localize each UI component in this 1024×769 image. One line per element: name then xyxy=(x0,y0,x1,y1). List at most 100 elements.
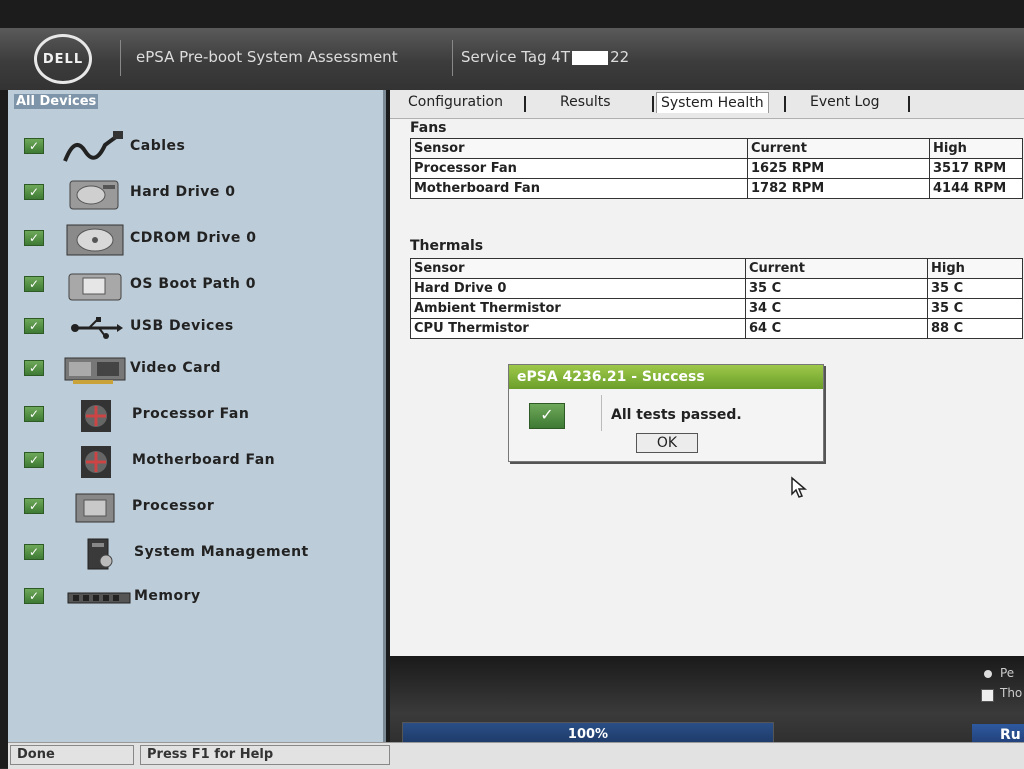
ok-button[interactable]: OK xyxy=(636,433,698,453)
cable-icon xyxy=(62,130,126,166)
device-item-os-boot-path-0[interactable]: ✓ OS Boot Path 0 xyxy=(8,268,378,308)
check-icon[interactable]: ✓ xyxy=(24,276,44,292)
check-icon[interactable]: ✓ xyxy=(24,360,44,376)
high-cell: 88 C xyxy=(927,318,1023,339)
tab-system-health[interactable]: System Health xyxy=(656,92,769,113)
all-devices-heading[interactable]: All Devices xyxy=(14,94,99,109)
column-header: High xyxy=(929,138,1023,159)
sensor-cell: Motherboard Fan xyxy=(410,178,748,199)
option-radio-label: Pe xyxy=(1000,666,1015,680)
tab-results[interactable]: Results xyxy=(560,94,611,110)
current-cell: 35 C xyxy=(745,278,928,299)
dell-logo: DELL xyxy=(34,34,92,84)
column-header: Sensor xyxy=(410,258,746,279)
system-management-icon xyxy=(82,536,116,572)
tab-configuration[interactable]: Configuration xyxy=(408,94,503,110)
service-tag-label: Service Tag xyxy=(461,48,547,66)
table-header-row: Sensor Current High xyxy=(410,258,1023,279)
table-row: Hard Drive 0 35 C 35 C xyxy=(410,278,1023,299)
mouse-cursor-icon xyxy=(791,476,808,498)
fans-table: Sensor Current High Processor Fan 1625 R… xyxy=(410,138,1023,199)
device-label: USB Devices xyxy=(130,318,234,334)
device-item-video-card[interactable]: ✓ Video Card xyxy=(8,352,378,392)
device-label: Processor Fan xyxy=(132,406,250,422)
device-label: OS Boot Path 0 xyxy=(130,276,256,292)
table-row: CPU Thermistor 64 C 88 C xyxy=(410,318,1023,339)
service-tag-redaction xyxy=(572,50,609,65)
column-header: Sensor xyxy=(410,138,748,159)
service-tag-suffix: 22 xyxy=(610,48,630,66)
check-icon: ✓ xyxy=(529,403,565,429)
table-row: Motherboard Fan 1782 RPM 4144 RPM xyxy=(410,178,1023,199)
fan-icon xyxy=(78,444,114,480)
thermals-table: Sensor Current High Hard Drive 0 35 C 35… xyxy=(410,258,1023,339)
tab-event-log[interactable]: Event Log xyxy=(810,94,880,110)
check-icon[interactable]: ✓ xyxy=(24,544,44,560)
check-icon[interactable]: ✓ xyxy=(24,230,44,246)
app-title: ePSA Pre-boot System Assessment xyxy=(136,48,398,66)
current-cell: 1782 RPM xyxy=(747,178,930,199)
device-label: CDROM Drive 0 xyxy=(130,230,257,246)
usb-icon xyxy=(68,310,124,346)
device-item-system-management[interactable]: ✓ System Management xyxy=(8,536,378,576)
table-header-row: Sensor Current High xyxy=(410,138,1023,159)
success-dialog: ePSA 4236.21 - Success ✓ All tests passe… xyxy=(508,364,824,462)
current-cell: 1625 RPM xyxy=(747,158,930,179)
device-item-hard-drive-0[interactable]: ✓ Hard Drive 0 xyxy=(8,176,378,216)
app-header: DELL ePSA Pre-boot System Assessment Ser… xyxy=(0,28,1024,90)
sensor-cell: CPU Thermistor xyxy=(410,318,746,339)
tab-bar: Configuration Results System Health Even… xyxy=(390,90,1024,119)
tab-divider xyxy=(524,96,526,112)
check-icon[interactable]: ✓ xyxy=(24,184,44,200)
thermals-title: Thermals xyxy=(410,238,484,254)
device-item-memory[interactable]: ✓ Memory xyxy=(8,580,378,620)
fan-icon xyxy=(78,398,114,434)
device-item-motherboard-fan[interactable]: ✓ Motherboard Fan xyxy=(8,444,378,484)
check-icon[interactable]: ✓ xyxy=(24,498,44,514)
check-icon[interactable]: ✓ xyxy=(24,406,44,422)
high-cell: 3517 RPM xyxy=(929,158,1023,179)
device-label: Processor xyxy=(132,498,215,514)
dialog-message: All tests passed. xyxy=(611,407,742,423)
option-radio[interactable] xyxy=(984,670,992,678)
check-icon[interactable]: ✓ xyxy=(24,318,44,334)
device-label: Memory xyxy=(134,588,201,604)
device-label: System Management xyxy=(134,544,309,560)
sensor-cell: Hard Drive 0 xyxy=(410,278,746,299)
status-bar: Done Press F1 for Help xyxy=(8,742,1024,769)
status-text: Done xyxy=(10,745,134,765)
tab-divider xyxy=(784,96,786,112)
device-item-processor-fan[interactable]: ✓ Processor Fan xyxy=(8,398,378,438)
high-cell: 35 C xyxy=(927,298,1023,319)
memory-icon xyxy=(66,580,132,616)
video-card-icon xyxy=(62,352,128,388)
device-label: Cables xyxy=(130,138,186,154)
check-icon[interactable]: ✓ xyxy=(24,452,44,468)
service-tag-prefix: 4T xyxy=(551,48,571,66)
device-item-processor[interactable]: ✓ Processor xyxy=(8,490,378,530)
column-header: Current xyxy=(747,138,930,159)
device-list-panel: All Devices ✓ Cables ✓ Hard Drive 0 ✓ CD… xyxy=(8,90,386,742)
device-item-usb-devices[interactable]: ✓ USB Devices xyxy=(8,310,378,350)
check-icon[interactable]: ✓ xyxy=(24,138,44,154)
tab-divider xyxy=(652,96,654,112)
sensor-cell: Ambient Thermistor xyxy=(410,298,746,319)
check-icon[interactable]: ✓ xyxy=(24,588,44,604)
help-hint: Press F1 for Help xyxy=(140,745,390,765)
boot-path-icon xyxy=(66,268,124,304)
device-label: Motherboard Fan xyxy=(132,452,276,468)
header-divider xyxy=(120,40,121,76)
device-label: Video Card xyxy=(130,360,222,376)
fans-title: Fans xyxy=(410,120,447,136)
device-item-cdrom-drive-0[interactable]: ✓ CDROM Drive 0 xyxy=(8,222,378,262)
current-cell: 64 C xyxy=(745,318,928,339)
high-cell: 35 C xyxy=(927,278,1023,299)
option-checkbox[interactable] xyxy=(981,689,994,702)
table-row: Ambient Thermistor 34 C 35 C xyxy=(410,298,1023,319)
dialog-divider xyxy=(601,395,602,431)
device-item-cables[interactable]: ✓ Cables xyxy=(8,130,378,170)
header-divider xyxy=(452,40,453,76)
column-header: High xyxy=(927,258,1023,279)
cdrom-icon xyxy=(64,222,126,258)
processor-icon xyxy=(72,490,118,526)
